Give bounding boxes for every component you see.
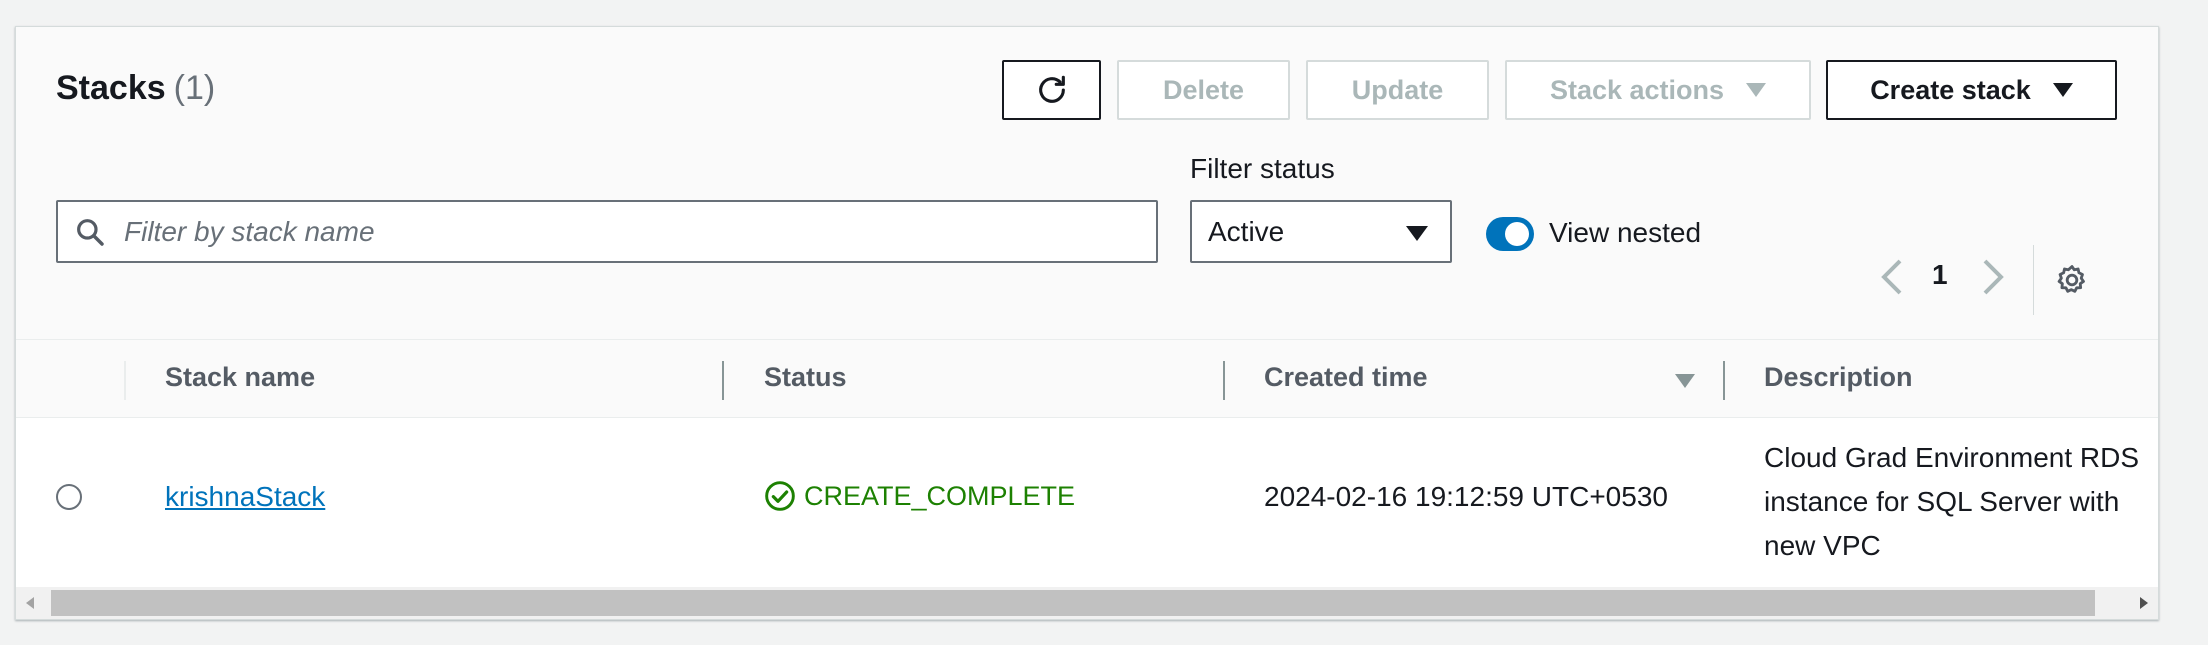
stack-count: (1): [173, 69, 216, 107]
toggle-knob: [1505, 222, 1529, 246]
filter-status-select[interactable]: Active: [1190, 200, 1452, 263]
refresh-icon: [1038, 75, 1065, 103]
chevron-left-icon[interactable]: [1878, 259, 1904, 295]
column-header-created-time[interactable]: Created time: [1264, 362, 1428, 393]
update-button[interactable]: Update: [1306, 60, 1489, 120]
chevron-right-icon[interactable]: [1981, 259, 2007, 295]
create-stack-label: Create stack: [1870, 74, 2031, 105]
column-header-stack-name[interactable]: Stack name: [165, 362, 315, 393]
status-cell: CREATE_COMPLETE: [764, 480, 1075, 512]
filter-status-value: Active: [1208, 216, 1285, 247]
stack-name-link[interactable]: krishnaStack: [165, 481, 325, 513]
delete-button[interactable]: Delete: [1117, 60, 1290, 120]
page-number[interactable]: 1: [1932, 259, 1948, 291]
create-stack-button[interactable]: Create stack: [1826, 60, 2117, 120]
column-divider[interactable]: [1723, 361, 1725, 400]
search-icon: [77, 219, 104, 246]
status-text: CREATE_COMPLETE: [804, 480, 1076, 511]
scroll-left-arrow-icon[interactable]: [24, 596, 36, 610]
page-title: Stacks (1): [56, 69, 215, 108]
delete-label: Delete: [1162, 74, 1245, 105]
refresh-button[interactable]: [1002, 60, 1101, 120]
table-row: krishnaStack CREATE_COMPLETE 2024-02-16 …: [16, 418, 2158, 583]
caret-down-icon: [1746, 83, 1767, 97]
column-divider[interactable]: [1223, 361, 1225, 400]
pager-divider: [2033, 245, 2034, 315]
scrollbar-thumb[interactable]: [51, 590, 2095, 616]
horizontal-scrollbar[interactable]: [16, 587, 2158, 619]
stack-actions-label: Stack actions: [1549, 74, 1725, 105]
column-header-status[interactable]: Status: [764, 362, 847, 393]
description-line: new VPC: [1764, 530, 1881, 561]
view-nested-label: View nested: [1549, 217, 1702, 248]
caret-down-icon: [2052, 83, 2073, 97]
caret-down-icon: [1406, 226, 1428, 241]
search-box: [56, 200, 1158, 263]
scroll-right-arrow-icon[interactable]: [2138, 596, 2150, 610]
column-divider[interactable]: [722, 361, 724, 400]
update-label: Update: [1351, 74, 1444, 105]
description-line: Cloud Grad Environment RDS: [1764, 442, 2140, 473]
created-time-cell: 2024-02-16 19:12:59 UTC+0530: [1264, 481, 1668, 512]
success-check-icon: [765, 481, 795, 511]
description-line: instance for SQL Server with: [1764, 486, 2120, 517]
search-input[interactable]: [122, 208, 1126, 256]
sort-descending-icon[interactable]: [1675, 374, 1695, 388]
stacks-header: Stacks (1) Delete Update Stack actions Cr…: [16, 27, 2158, 340]
stack-actions-button[interactable]: Stack actions: [1505, 60, 1811, 120]
description-cell: Cloud Grad Environment RDS instance for …: [1764, 436, 2158, 568]
table-header: Stack name Status Created time Descripti…: [16, 340, 2158, 418]
view-nested-toggle[interactable]: [1486, 217, 1534, 251]
column-header-description[interactable]: Description: [1764, 362, 1913, 393]
filter-status-label: Filter status: [1190, 153, 1335, 184]
row-select-radio[interactable]: [56, 484, 82, 510]
title-text: Stacks: [56, 69, 166, 107]
gear-icon[interactable]: [2055, 263, 2089, 297]
column-divider: [124, 361, 126, 400]
stacks-panel: Stacks (1) Delete Update Stack actions Cr…: [15, 26, 2159, 620]
